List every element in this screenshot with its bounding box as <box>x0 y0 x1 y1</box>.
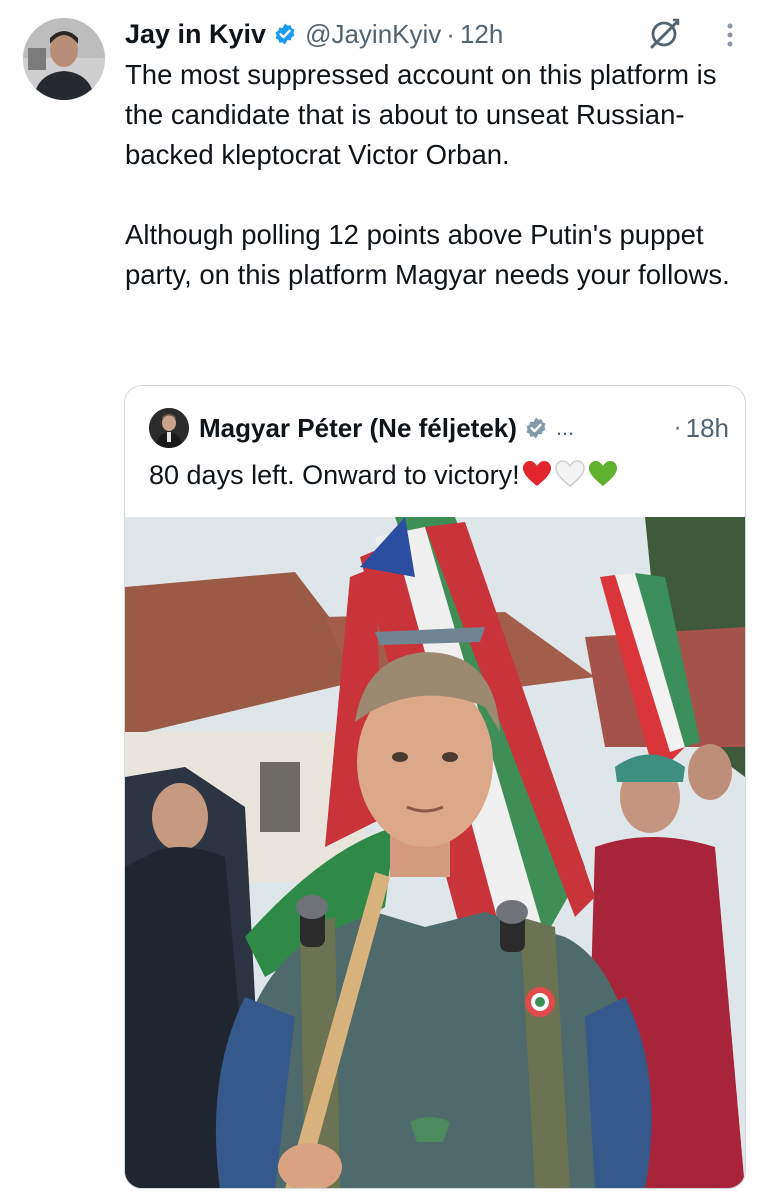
grey-verified-badge-icon <box>526 417 546 439</box>
emoji-group <box>522 460 618 488</box>
white-heart-icon <box>554 460 585 487</box>
author-name[interactable]: Jay in Kyiv <box>125 19 266 50</box>
quoted-author-name[interactable]: Magyar Péter (Ne féljetek) <box>199 413 517 444</box>
separator-dot: · <box>446 18 455 49</box>
quoted-author-avatar[interactable] <box>149 408 189 448</box>
tweet-paragraph: Although polling 12 points above Putin's… <box>125 219 730 290</box>
tweet-timestamp[interactable]: 12h <box>460 19 503 50</box>
quoted-tweet-body: 80 days left. Onward to victory! <box>149 460 520 490</box>
grok-icon[interactable] <box>646 16 682 52</box>
quoted-tweet-card[interactable]: Magyar Péter (Ne féljetek) ... · 18h 80 … <box>124 385 746 1189</box>
tweet-body: The most suppressed account on this plat… <box>125 55 750 295</box>
quoted-author-avatar-image <box>149 408 189 448</box>
quoted-tweet-header: Magyar Péter (Ne féljetek) ... · 18h <box>199 406 729 450</box>
author-avatar[interactable] <box>23 18 105 100</box>
author-avatar-image <box>23 18 105 100</box>
verified-badge-icon <box>275 23 295 45</box>
more-options-icon[interactable] <box>714 18 746 52</box>
red-heart-icon <box>522 461 551 486</box>
separator-dot: · <box>673 414 682 441</box>
green-heart-icon <box>588 461 617 486</box>
quoted-tweet-timestamp[interactable]: 18h <box>686 413 729 444</box>
tweet-paragraph: The most suppressed account on this plat… <box>125 59 717 170</box>
author-handle[interactable]: @JayinKyiv <box>305 19 441 50</box>
truncated-handle-ellipsis: ... <box>555 415 575 440</box>
tweet-header: Jay in Kyiv @JayinKyiv · 12h <box>125 14 503 54</box>
quoted-tweet-text: 80 days left. Onward to victory! <box>149 460 618 491</box>
quoted-tweet-photo[interactable] <box>125 517 745 1189</box>
